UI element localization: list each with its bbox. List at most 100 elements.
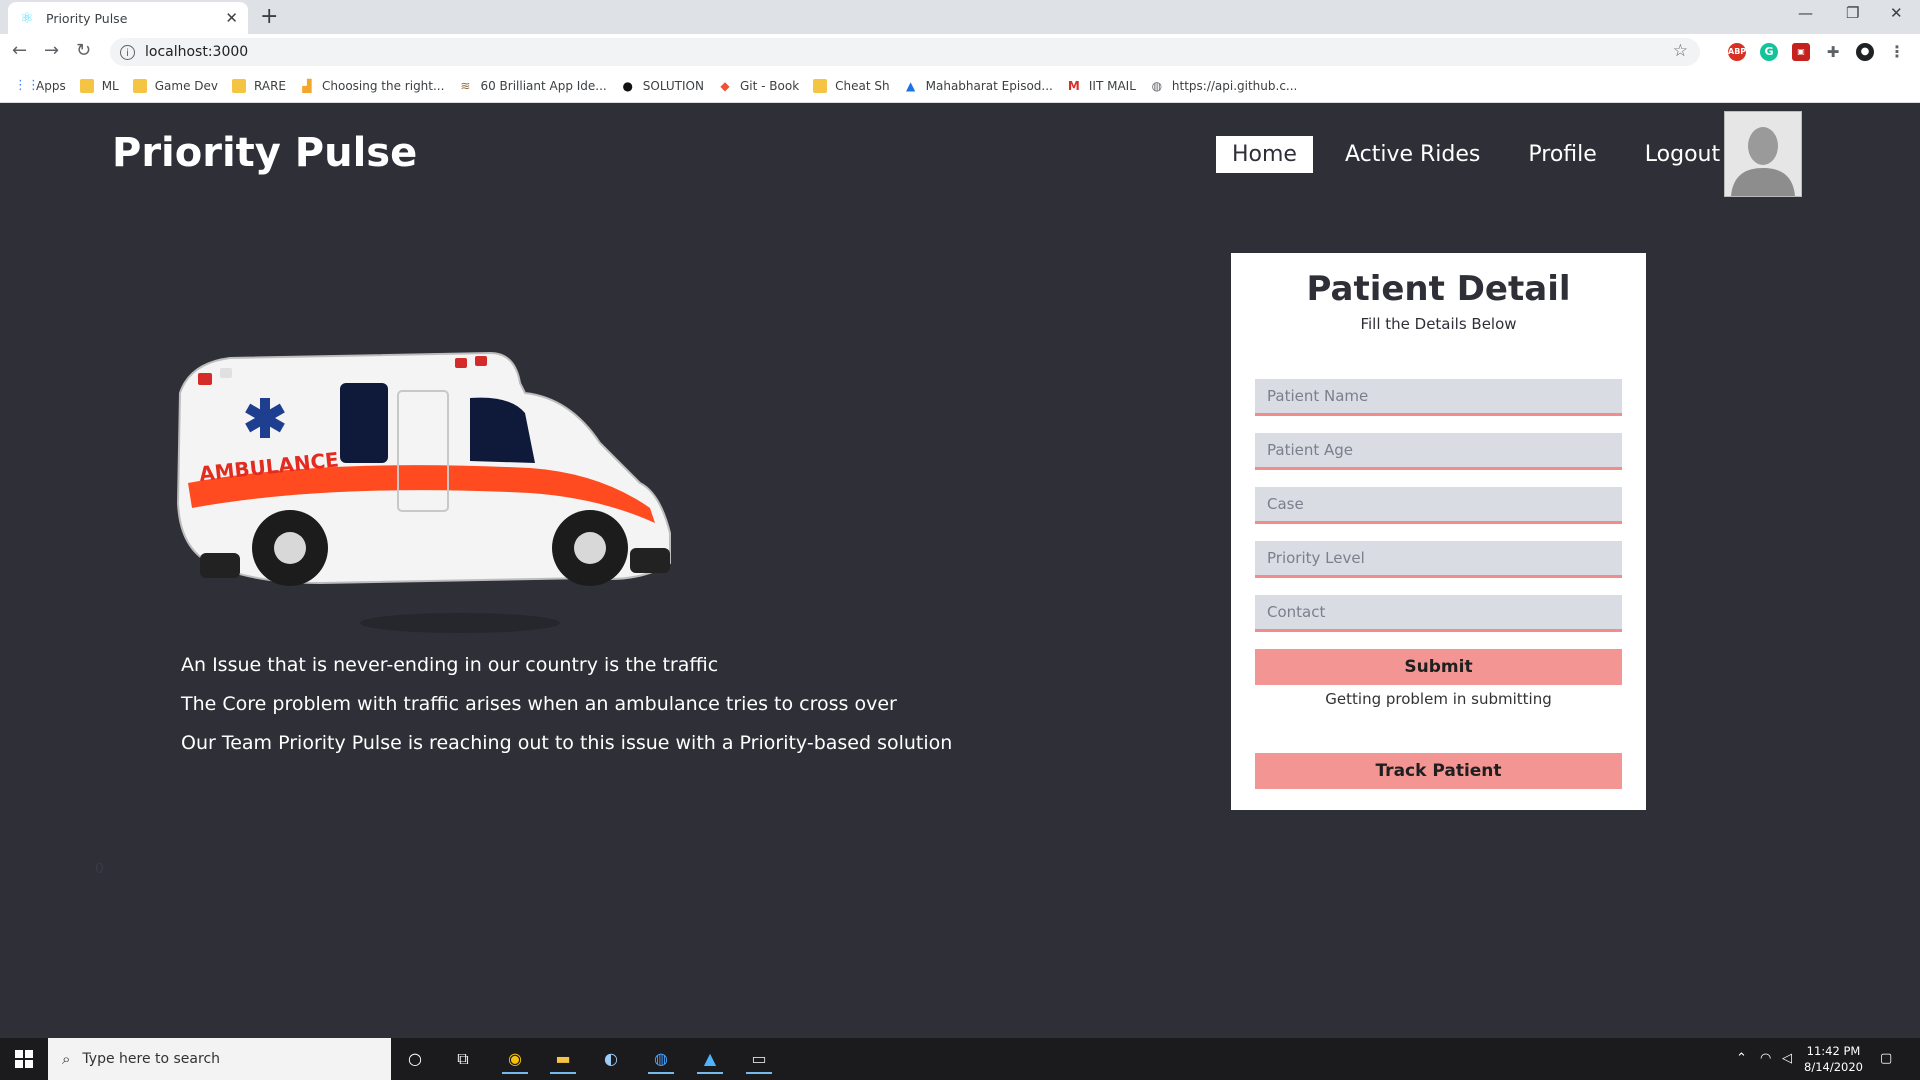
- apps-grid-icon: ⋮⋮: [14, 78, 40, 93]
- bookmark-label: Git - Book: [739, 79, 800, 93]
- qbittorrent-icon[interactable]: ◍: [648, 1046, 674, 1074]
- browser-menu-icon[interactable]: ⋮: [1888, 43, 1906, 61]
- nav-logout[interactable]: Logout: [1629, 136, 1736, 173]
- user-avatar[interactable]: [1724, 111, 1802, 197]
- form-subtitle: Fill the Details Below: [1360, 315, 1517, 333]
- submit-help-text[interactable]: Getting problem in submitting: [1231, 690, 1646, 708]
- bookmark-label: 60 Brilliant App Ide...: [480, 79, 607, 93]
- bookmark-game-dev[interactable]: Game Dev: [132, 79, 219, 93]
- bookmark-label: Cheat Sh: [835, 79, 890, 93]
- search-icon: ⌕: [62, 1050, 71, 1068]
- case-input[interactable]: [1255, 487, 1622, 524]
- close-tab-icon[interactable]: ✕: [225, 9, 238, 27]
- bookmark-label: ML: [101, 79, 119, 93]
- bookmark-api-github[interactable]: ◍ https://api.github.c...: [1150, 79, 1298, 93]
- main-nav: Home Active Rides Profile Logout: [1200, 133, 1736, 175]
- bookmark-iit-mail[interactable]: M IIT MAIL: [1067, 79, 1136, 93]
- priority-level-input[interactable]: [1255, 541, 1622, 578]
- bookmark-git-book[interactable]: ◆ Git - Book: [718, 79, 799, 93]
- bookmark-label: SOLUTION: [642, 79, 704, 93]
- triangle-logo-icon: ▲: [906, 79, 916, 93]
- close-window-button[interactable]: ✕: [1890, 4, 1903, 22]
- cortana-icon[interactable]: ○: [402, 1046, 428, 1072]
- restore-window-button[interactable]: ❐: [1846, 4, 1859, 22]
- tab-strip: ⚛ Priority Pulse ✕ + — ❐ ✕: [0, 0, 1920, 34]
- show-hidden-icons-icon[interactable]: ⌃: [1736, 1051, 1747, 1066]
- bookmark-mahabharat[interactable]: ▲ Mahabharat Episod...: [904, 79, 1053, 93]
- folder-icon: [79, 79, 94, 93]
- bookmarks-bar: ⋮⋮ Apps ML Game Dev RARE ▟ Choosing the …: [0, 70, 1920, 103]
- clock-time: 11:42 PM: [1806, 1044, 1861, 1058]
- file-explorer-icon[interactable]: ▬: [550, 1046, 576, 1074]
- bookmark-choosing-the-right[interactable]: ▟ Choosing the right...: [300, 79, 444, 93]
- github-icon: ●: [622, 79, 633, 93]
- bookmark-label: Game Dev: [154, 79, 219, 93]
- url-text[interactable]: localhost:3000: [145, 44, 248, 60]
- user-silhouette-icon: [1725, 112, 1801, 196]
- taskbar-search-placeholder: Type here to search: [82, 1051, 221, 1067]
- app-page: Priority Pulse Home Active Rides Profile…: [0, 103, 1920, 1038]
- network-icon[interactable]: ◠: [1760, 1051, 1771, 1066]
- browser-toolbar: ← → ↻ i localhost:3000 ☆ ABP G ▣ ✚ ● ⋮: [0, 34, 1920, 70]
- new-tab-button[interactable]: +: [260, 4, 278, 29]
- steam-icon[interactable]: ◐: [598, 1046, 624, 1072]
- bookmark-star-icon[interactable]: ☆: [1673, 41, 1688, 61]
- nav-active-rides[interactable]: Active Rides: [1329, 136, 1496, 173]
- track-patient-button[interactable]: Track Patient: [1255, 753, 1622, 789]
- terminal-icon[interactable]: ▭: [746, 1046, 772, 1074]
- taskbar-search-box[interactable]: ⌕ Type here to search: [48, 1038, 391, 1080]
- bookmark-60-brilliant-app[interactable]: ≋ 60 Brilliant App Ide...: [458, 79, 606, 93]
- reload-icon[interactable]: ↻: [76, 40, 91, 61]
- nav-home[interactable]: Home: [1216, 135, 1313, 173]
- clipper-extension-icon[interactable]: ▣: [1792, 43, 1810, 61]
- globe-icon: ◍: [1151, 79, 1163, 93]
- bookmark-label: Choosing the right...: [322, 79, 445, 93]
- bookmark-apps[interactable]: ⋮⋮ Apps: [14, 78, 66, 94]
- photos-icon[interactable]: ▲: [697, 1046, 723, 1074]
- address-bar[interactable]: i localhost:3000 ☆: [110, 38, 1700, 66]
- intro-line-3: Our Team Priority Pulse is reaching out …: [181, 732, 953, 754]
- os-taskbar: ⌕ Type here to search ○ ⧉ ◉ ▬ ◐ ◍ ▲ ▭ ⌃ …: [0, 1038, 1920, 1080]
- site-info-icon[interactable]: i: [120, 44, 135, 60]
- patient-age-input[interactable]: [1255, 433, 1622, 470]
- bookmark-solution[interactable]: ● SOLUTION: [621, 79, 704, 93]
- chrome-taskbar-icon[interactable]: ◉: [502, 1046, 528, 1074]
- chart-icon: ▟: [302, 79, 312, 93]
- bookmark-rare[interactable]: RARE: [232, 79, 286, 93]
- bookmark-label: IIT MAIL: [1088, 79, 1136, 93]
- nav-profile[interactable]: Profile: [1512, 136, 1612, 173]
- intro-line-2: The Core problem with traffic arises whe…: [181, 693, 897, 715]
- grammarly-extension-icon[interactable]: G: [1760, 43, 1778, 61]
- bookmark-label: Apps: [36, 79, 66, 93]
- minimize-window-button[interactable]: —: [1798, 4, 1813, 22]
- bookmark-label: Mahabharat Episod...: [925, 79, 1053, 93]
- brand-logo-text[interactable]: Priority Pulse: [112, 130, 417, 176]
- adblock-extension-icon[interactable]: ABP: [1728, 43, 1746, 61]
- intro-line-1: An Issue that is never-ending in our cou…: [181, 654, 719, 676]
- profile-avatar-icon[interactable]: ●: [1856, 43, 1874, 61]
- contact-input[interactable]: [1255, 595, 1622, 632]
- folder-icon: [813, 79, 828, 93]
- coins-icon: ≋: [460, 79, 471, 93]
- bookmark-cheat-sh[interactable]: Cheat Sh: [813, 79, 890, 93]
- extensions-puzzle-icon[interactable]: ✚: [1824, 43, 1842, 61]
- task-view-icon[interactable]: ⧉: [450, 1046, 476, 1072]
- browser-tab[interactable]: ⚛ Priority Pulse ✕: [8, 2, 248, 34]
- form-title: Patient Detail: [1306, 269, 1571, 309]
- clock-date: 8/14/2020: [1804, 1060, 1863, 1074]
- patient-name-input[interactable]: [1255, 379, 1622, 416]
- stray-text: 0: [95, 861, 104, 877]
- git-icon: ◆: [720, 79, 730, 93]
- folder-icon: [232, 79, 247, 93]
- forward-icon[interactable]: →: [44, 40, 59, 61]
- windows-start-icon[interactable]: [15, 1050, 33, 1068]
- system-clock[interactable]: 11:42 PM 8/14/2020: [1804, 1043, 1863, 1075]
- submit-button[interactable]: Submit: [1255, 649, 1622, 685]
- volume-icon[interactable]: ◁: [1782, 1051, 1792, 1066]
- back-icon[interactable]: ←: [12, 40, 27, 61]
- bookmark-label: https://api.github.c...: [1171, 79, 1298, 93]
- folder-icon: [132, 79, 147, 93]
- gmail-icon: M: [1067, 79, 1080, 93]
- bookmark-ml[interactable]: ML: [79, 79, 119, 93]
- notifications-icon[interactable]: ▢: [1880, 1051, 1892, 1066]
